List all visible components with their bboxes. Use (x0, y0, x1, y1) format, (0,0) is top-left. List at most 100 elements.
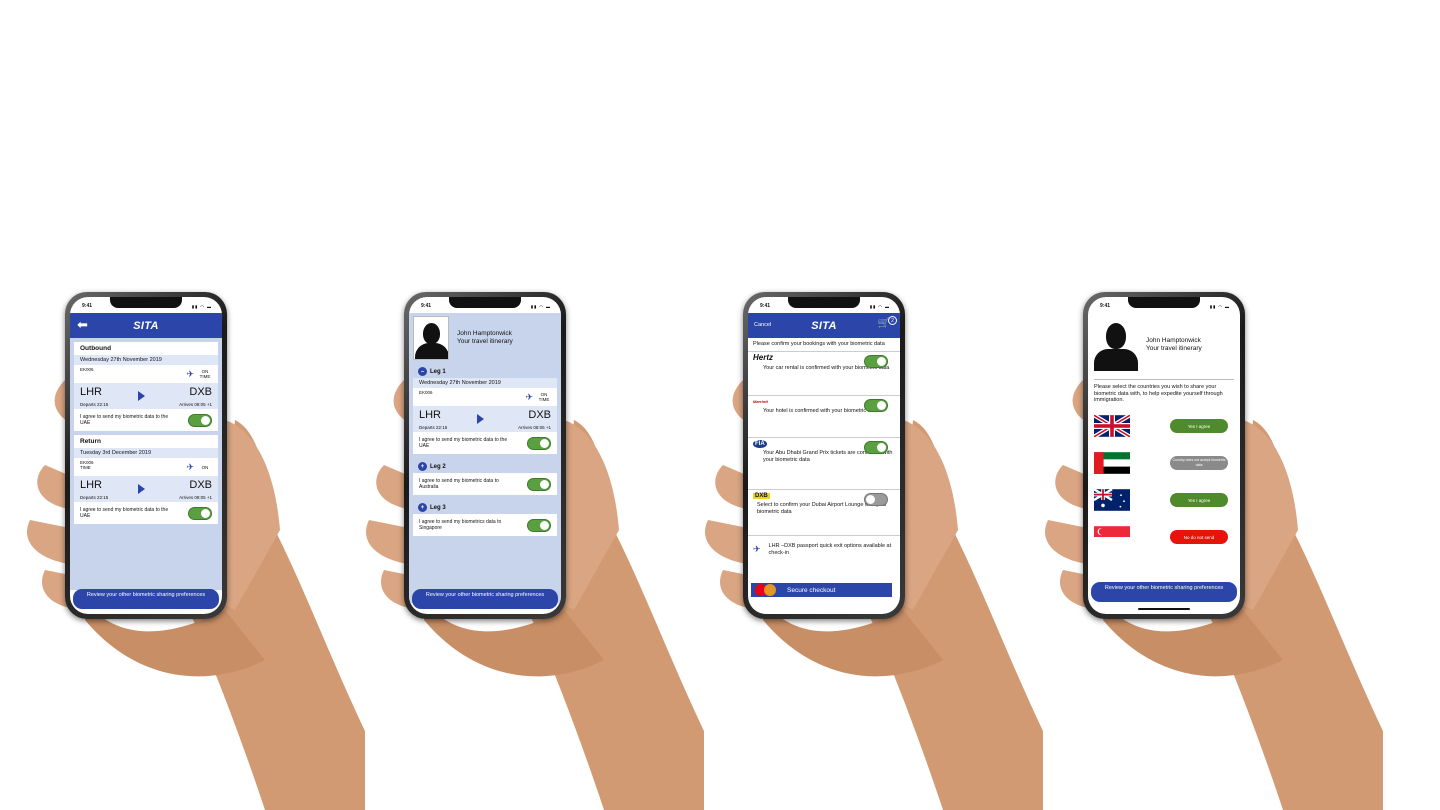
signal-wifi-battery-icon: ▮▮ ◠ ▬ (191, 303, 212, 309)
departure-time: Departs 22:15 (80, 402, 109, 407)
review-preferences-button[interactable]: Review your other biometric sharing pref… (73, 589, 219, 609)
flight-status: ON TIME (538, 392, 550, 402)
expand-icon[interactable]: + (418, 462, 427, 471)
share-decision-button[interactable]: Yes I agree (1170, 493, 1228, 507)
return-date: Tuesday 3rd December 2019 (74, 448, 218, 458)
phone-frame: 9:41 ▮▮ ◠ ▬ Cancel SITA 🛒 2 Please confi… (743, 292, 905, 619)
phone-frame: 9:41 ▮▮ ◠ ▬ John Hamptonwick Your travel… (404, 292, 566, 619)
outbound-flight-row: EK006 ✈ ON TIME (74, 365, 218, 383)
signal-wifi-battery-icon: ▮▮ ◠ ▬ (1209, 303, 1230, 309)
consent-toggle[interactable] (188, 506, 212, 520)
sita-logo: SITA (133, 319, 159, 332)
mockup-bookings: 9:41 ▮▮ ◠ ▬ Cancel SITA 🛒 2 Please confi… (703, 280, 1043, 810)
airplane-icon: ✈ (186, 461, 194, 472)
phone-frame: 9:41 ▮▮ ◠ ▬ John Hamptonwick Your travel… (1083, 292, 1245, 619)
flight-status: ON TIME (199, 369, 211, 379)
leg-3-header[interactable]: + Leg 3 (413, 501, 557, 514)
app-bar: Cancel SITA 🛒 2 (748, 313, 900, 338)
hertz-logo: Hertz (753, 352, 774, 362)
flight-status-sub: TIME (80, 465, 91, 470)
airplane-icon: ✈ (753, 544, 761, 555)
country-row-uae: Country does not accept biometric data (1088, 445, 1240, 482)
leg-label: Leg 2 (430, 463, 446, 470)
phone-screen: 9:41 ▮▮ ◠ ▬ John Hamptonwick Your travel… (409, 297, 561, 614)
return-route: LHR DXB Departs 22:15 Arrives 08:05 +1 (74, 476, 218, 502)
avatar (1094, 317, 1138, 373)
singapore-flag-icon (1094, 526, 1130, 548)
secure-checkout-button[interactable]: Secure checkout (751, 583, 892, 597)
origin-code: LHR (419, 409, 442, 421)
consent-text: I agree to send my biometric data to Aus… (419, 478, 499, 490)
leg-1-consent-row: I agree to send my biometric data to the… (413, 432, 557, 454)
leg-1-header[interactable]: – Leg 1 (413, 365, 557, 378)
share-decision-button[interactable]: Yes I agree (1170, 419, 1228, 433)
uae-flag-icon (1094, 452, 1130, 474)
consent-text: I agree to send my biometric data to the… (80, 507, 169, 519)
avatar (413, 316, 449, 360)
notch (110, 297, 182, 308)
collapse-icon[interactable]: – (418, 367, 427, 376)
leg-1-date: Wednesday 27th November 2019 (413, 378, 557, 388)
australia-flag-icon (1094, 489, 1130, 511)
review-preferences-button[interactable]: Review your other biometric sharing pref… (1091, 582, 1237, 602)
booking-toggle[interactable] (864, 398, 888, 412)
leg-label: Leg 1 (430, 368, 446, 375)
route-arrow-icon (138, 391, 145, 401)
profile-header: John Hamptonwick Your travel itinerary (1094, 313, 1234, 380)
marriott-logo: Marriott (753, 398, 768, 404)
checkout-label: Secure checkout (787, 586, 836, 594)
leg-1-flight-row: EK006 ✈ ON TIME (413, 388, 557, 406)
booking-toggle[interactable] (864, 492, 888, 506)
consent-toggle[interactable] (527, 477, 551, 491)
itinerary-panel: John Hamptonwick Your travel itinerary –… (409, 313, 561, 603)
outbound-heading: Outbound (74, 342, 218, 355)
booking-toggle[interactable] (864, 354, 888, 368)
leg-2-consent-row: I agree to send my biometric data to Aus… (413, 473, 557, 495)
consent-toggle[interactable] (188, 413, 212, 427)
consent-text: I agree to send my biometric data to the… (419, 437, 508, 449)
return-flight-row: EK006 TIME ✈ ON (74, 458, 218, 476)
arrival-time: Arrives 08:05 +1 (179, 402, 212, 407)
fia-logo: FIA (753, 439, 767, 448)
consent-text: I agree to send my biometric data to the… (80, 414, 169, 426)
passenger-name: John Hamptonwick (457, 330, 512, 337)
itinerary-subtitle: Your travel itinerary (457, 338, 513, 345)
consent-toggle[interactable] (527, 518, 551, 532)
consent-text: I agree to send my biometrics data to Si… (419, 519, 502, 531)
airplane-icon: ✈ (186, 368, 194, 379)
passport-exit-row: ✈ LHR –DXB passport quick exit options a… (748, 536, 900, 564)
phone-screen: 9:41 ▮▮ ◠ ▬ ⬅ SITA Outbound Wednesday 27… (70, 297, 222, 614)
expand-icon[interactable]: + (418, 503, 427, 512)
destination-code: DXB (189, 386, 212, 398)
share-decision-button[interactable]: No do not send (1170, 530, 1228, 544)
signal-wifi-battery-icon: ▮▮ ◠ ▬ (869, 303, 890, 309)
booking-toggle[interactable] (864, 440, 888, 454)
back-arrow-icon[interactable]: ⬅ (77, 318, 88, 331)
booking-car-rental: Hertz Your car rental is confirmed with … (748, 352, 900, 396)
phone-frame: 9:41 ▮▮ ◠ ▬ ⬅ SITA Outbound Wednesday 27… (65, 292, 227, 619)
review-preferences-button[interactable]: Review your other biometric sharing pref… (412, 589, 558, 609)
booking-hotel: Marriott Your hotel is confirmed with yo… (748, 396, 900, 438)
departure-time: Departs 22:15 (419, 425, 448, 430)
status-time: 9:41 (421, 303, 432, 309)
consent-toggle[interactable] (527, 436, 551, 450)
country-row-singapore: No do not send (1088, 519, 1240, 556)
leg-2-header[interactable]: + Leg 2 (413, 460, 557, 473)
country-row-uk: Yes I agree (1088, 408, 1240, 445)
return-heading: Return (74, 435, 218, 448)
route-arrow-icon (138, 484, 145, 494)
booking-grand-prix: FIA Your Abu Dhabi Grand Prix tickets ar… (748, 438, 900, 490)
app-bar: ⬅ SITA (70, 313, 222, 338)
share-decision-button[interactable]: Country does not accept biometric data (1170, 456, 1228, 470)
status-time: 9:41 (760, 303, 771, 309)
leg-3-consent-row: I agree to send my biometrics data to Si… (413, 514, 557, 536)
return-consent-row: I agree to send my biometric data to the… (74, 502, 218, 524)
itinerary-subtitle: Your travel itinerary (1146, 345, 1202, 352)
dxb-logo: DXB (753, 492, 770, 499)
notch (449, 297, 521, 308)
arrival-time: Arrives 08:05 +1 (518, 425, 551, 430)
phone-screen: 9:41 ▮▮ ◠ ▬ John Hamptonwick Your travel… (1088, 297, 1240, 614)
phone-screen: 9:41 ▮▮ ◠ ▬ Cancel SITA 🛒 2 Please confi… (748, 297, 900, 614)
booking-lounge: DXB Select to confirm your Dubai Airport… (748, 490, 900, 536)
cancel-button[interactable]: Cancel (754, 322, 771, 328)
